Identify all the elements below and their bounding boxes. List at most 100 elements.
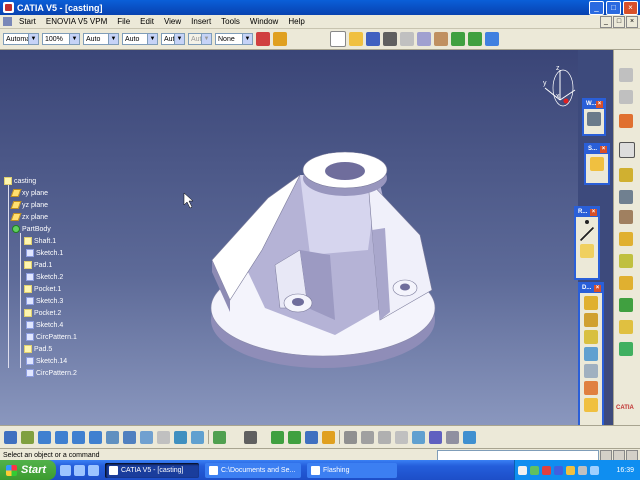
eraser-icon[interactable] [463,430,476,444]
tree-item[interactable]: Pad.5 [24,345,52,353]
fly-mode-icon[interactable] [4,430,17,444]
tree-root[interactable]: casting [4,177,36,185]
shaft-icon[interactable] [619,210,633,224]
taskbar-item-catia[interactable]: CATIA V5 - [casting] [105,462,199,478]
pad-icon[interactable] [619,168,633,182]
point-icon[interactable] [585,220,589,224]
shell-icon[interactable] [584,347,598,361]
document-icon[interactable] [3,17,12,26]
menu-window[interactable]: Window [245,17,283,26]
rotate-icon[interactable] [55,430,68,444]
lineweight-combo[interactable]: Auto ▼ [122,33,158,45]
workbench-icon[interactable] [587,112,601,126]
sketch-icon[interactable] [619,142,635,158]
tree-item[interactable]: PartBody [12,225,51,233]
close-icon[interactable]: × [590,209,597,216]
select-arrow-icon[interactable] [619,114,633,128]
open-icon[interactable] [349,32,363,46]
fit-all-icon[interactable] [21,430,34,444]
save-icon[interactable] [366,32,380,46]
new-icon[interactable] [330,31,346,47]
sketch-icon[interactable] [590,157,604,171]
tray-icon[interactable] [566,465,575,475]
taskbar-item-documents[interactable]: C:\Documents and Se... [205,462,301,478]
tray-icon[interactable] [554,465,563,475]
constraint-icon[interactable] [361,430,374,444]
tray-icon[interactable] [530,465,539,475]
analysis-icon[interactable] [305,430,318,444]
tree-item[interactable]: Sketch.4 [26,321,63,329]
hide-show-icon[interactable] [174,430,187,444]
window-icon[interactable] [619,90,633,104]
ie-icon[interactable] [60,464,71,476]
print-icon[interactable] [383,32,397,46]
painter-icon[interactable] [273,32,287,46]
apply-material-icon[interactable] [288,430,301,444]
tree-item[interactable]: Sketch.1 [26,249,63,257]
menu-start[interactable]: Start [14,17,41,26]
tree-item[interactable]: xy plane [10,189,48,197]
color-combo[interactable]: Automa ▼ [3,33,39,45]
shading-icon[interactable] [157,430,170,444]
volume-icon[interactable] [578,465,587,475]
capture-icon[interactable] [244,430,257,444]
menu-edit[interactable]: Edit [135,17,159,26]
measure-icon[interactable] [271,430,284,444]
loft-icon[interactable] [619,342,633,356]
tray-icon[interactable] [542,465,551,475]
3d-viewport[interactable]: z y x casting xy plane yz plane zx plane… [0,50,578,425]
view-mode-icon[interactable] [123,430,136,444]
mdi-restore-button[interactable]: □ [613,16,625,28]
swap-space-icon[interactable] [191,430,204,444]
close-icon[interactable]: × [594,285,601,292]
cut-icon[interactable] [400,32,414,46]
tree-item[interactable]: Pocket.2 [24,309,61,317]
rib-icon[interactable] [619,276,633,290]
tree-item[interactable]: CircPattern.2 [26,369,77,377]
thread-icon[interactable] [584,381,598,395]
catia-app-icon[interactable] [3,2,14,13]
redo-icon[interactable] [468,32,482,46]
layer-combo[interactable]: None ▼ [215,33,253,45]
menu-help[interactable]: Help [283,17,309,26]
plane-icon[interactable] [580,244,594,258]
slot-icon[interactable] [619,298,633,312]
tree-item[interactable]: zx plane [10,213,48,221]
desktop-icon[interactable] [88,464,99,476]
properties-icon[interactable] [256,32,270,46]
thickness-icon[interactable] [584,364,598,378]
chamfer-icon[interactable] [584,313,598,327]
point-combo[interactable]: Aut ▼ [161,33,185,45]
zoom-out-icon[interactable] [89,430,102,444]
pocket-icon[interactable] [619,190,633,204]
stiffener-icon[interactable] [619,320,633,334]
hole-icon[interactable] [619,254,633,268]
tree-item[interactable]: yz plane [10,201,48,209]
iso-view-icon[interactable] [140,430,153,444]
axis-icon[interactable] [378,430,391,444]
menu-insert[interactable]: Insert [186,17,216,26]
groove-icon[interactable] [619,232,633,246]
mass-icon[interactable] [322,430,335,444]
tree-item[interactable]: Sketch.2 [26,273,63,281]
fillet-icon[interactable] [584,296,598,310]
pan-icon[interactable] [38,430,51,444]
taskbar-item-flashing[interactable]: Flashing [307,462,397,478]
network-icon[interactable] [590,465,599,475]
tools-icon[interactable] [213,430,226,444]
copy-icon[interactable] [417,32,431,46]
tree-item[interactable]: CircPattern.1 [26,333,77,341]
paste-icon[interactable] [434,32,448,46]
tree-item[interactable]: Sketch.14 [26,357,67,365]
maximize-button[interactable]: □ [606,1,621,15]
tree-item[interactable]: Sketch.3 [26,297,63,305]
mdi-minimize-button[interactable]: _ [600,16,612,28]
menu-file[interactable]: File [112,17,135,26]
update-icon[interactable] [344,430,357,444]
normal-view-icon[interactable] [106,430,119,444]
grid-icon[interactable] [395,430,408,444]
linetype-combo[interactable]: Auto ▼ [83,33,119,45]
menu-view[interactable]: View [159,17,186,26]
close-icon[interactable]: × [600,146,607,153]
remove-face-icon[interactable] [584,398,598,412]
